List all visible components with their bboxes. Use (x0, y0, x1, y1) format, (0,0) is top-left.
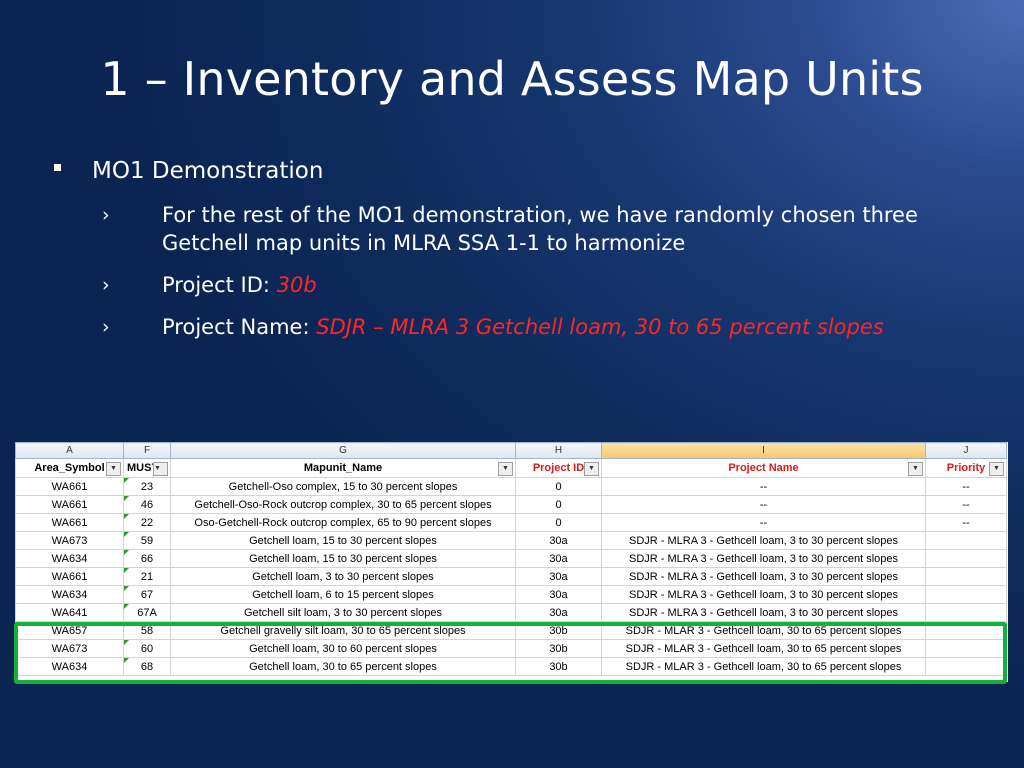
area-symbol-cell[interactable]: WA673 (15, 531, 124, 550)
musym-cell[interactable]: 23 (123, 477, 171, 496)
header-project-name: Project Name ▼ (601, 458, 926, 478)
table-row: WA641 67A Getchell silt loam, 3 to 30 perc… (15, 603, 1007, 622)
project-name-cell[interactable]: SDJR - MLRA 3 - Gethcell loam, 3 to 30 p… (601, 567, 926, 586)
project-name-cell[interactable]: SDJR - MLRA 3 - Gethcell loam, 3 to 30 p… (601, 531, 926, 550)
header-mapunit-name: Mapunit_Name ▼ (170, 458, 516, 478)
project-name-cell[interactable]: SDJR - MLRA 3 - Gethcell loam, 3 to 30 p… (601, 585, 926, 604)
mapunit-name-cell[interactable]: Getchell silt loam, 3 to 30 percent slop… (170, 603, 516, 622)
priority-cell[interactable]: -- (925, 513, 1007, 532)
column-letter-a[interactable]: A (15, 442, 124, 459)
slide-body: MO1 Demonstration › For the rest of the … (54, 155, 994, 341)
area-symbol-cell[interactable]: WA641 (15, 603, 124, 622)
header-area-symbol: Area_Symbol ▼ (15, 458, 124, 478)
sub-bullet-project-id: › Project ID: 30b (54, 271, 932, 299)
project-name-label: Project Name: (162, 315, 317, 339)
mapunit-name-cell[interactable]: Getchell loam, 15 to 30 percent slopes (170, 549, 516, 568)
column-letter-i[interactable]: I (601, 442, 926, 459)
musym-cell[interactable]: 59 (123, 531, 171, 550)
sub-bullet-description: › For the rest of the MO1 demonstration,… (54, 201, 932, 257)
musym-cell[interactable]: 21 (123, 567, 171, 586)
musym-cell[interactable]: 67 (123, 585, 171, 604)
project-name-cell[interactable]: SDJR - MLRA 3 - Gethcell loam, 3 to 30 p… (601, 549, 926, 568)
musym-cell[interactable]: 46 (123, 495, 171, 514)
bullet-text: MO1 Demonstration (92, 158, 324, 184)
table-row: WA661 21 Getchell loam, 3 to 30 percent sl… (15, 567, 1007, 586)
project-id-cell[interactable]: 30a (515, 603, 602, 622)
sort-ascending-icon[interactable]: ▼ (584, 462, 599, 476)
table-row: WA634 67 Getchell loam, 6 to 15 percent sl… (15, 585, 1007, 604)
mapunit-name-cell[interactable]: Getchell loam, 3 to 30 percent slopes (170, 567, 516, 586)
project-name-value: SDJR – MLRA 3 Getchell loam, 30 to 65 pe… (316, 315, 884, 339)
mapunit-name-cell[interactable]: Getchell-Oso-Rock outcrop complex, 30 to… (170, 495, 516, 514)
project-id-cell[interactable]: 30a (515, 567, 602, 586)
priority-cell[interactable]: -- (925, 477, 1007, 496)
header-label: Area_Symbol (34, 462, 105, 474)
project-id-value: 30b (276, 273, 317, 297)
project-id-label: Project ID: (162, 273, 277, 297)
header-musym: MUSY ▼ (123, 458, 171, 478)
table-row: WA661 46 Getchell-Oso-Rock outcrop complex… (15, 495, 1007, 514)
header-project-id: Project ID ▼ (515, 458, 602, 478)
arrow-bullet-icon: › (102, 204, 110, 226)
area-symbol-cell[interactable]: WA661 (15, 495, 124, 514)
project-id-cell[interactable]: 0 (515, 495, 602, 514)
bullet-mo1-demonstration: MO1 Demonstration (54, 155, 994, 187)
filter-dropdown-icon[interactable]: ▼ (908, 462, 923, 476)
header-label: Priority (946, 462, 986, 474)
musym-cell[interactable]: 67A (123, 603, 171, 622)
arrow-bullet-icon: › (102, 274, 110, 296)
filter-dropdown-icon[interactable]: ▼ (989, 462, 1004, 476)
area-symbol-cell[interactable]: WA634 (15, 585, 124, 604)
header-label: Project Name (728, 462, 799, 474)
project-name-cell[interactable]: -- (601, 477, 926, 496)
project-name-cell[interactable]: -- (601, 513, 926, 532)
column-letter-j[interactable]: J (925, 442, 1007, 459)
area-symbol-cell[interactable]: WA661 (15, 477, 124, 496)
column-letter-h[interactable]: H (515, 442, 602, 459)
priority-cell[interactable] (925, 531, 1007, 550)
project-id-cell[interactable]: 0 (515, 513, 602, 532)
header-priority: Priority ▼ (925, 458, 1007, 478)
priority-cell[interactable] (925, 603, 1007, 622)
area-symbol-cell[interactable]: WA661 (15, 567, 124, 586)
sub-bullet-text: For the rest of the MO1 demonstration, w… (162, 203, 918, 255)
table-row: WA634 66 Getchell loam, 15 to 30 percent s… (15, 549, 1007, 568)
musym-cell[interactable]: 66 (123, 549, 171, 568)
table-row: WA661 22 Oso-Getchell-Rock outcrop complex… (15, 513, 1007, 532)
musym-cell[interactable]: 22 (123, 513, 171, 532)
mapunit-name-cell[interactable]: Getchell loam, 6 to 15 percent slopes (170, 585, 516, 604)
mapunit-name-cell[interactable]: Getchell-Oso complex, 15 to 30 percent s… (170, 477, 516, 496)
priority-cell[interactable] (925, 567, 1007, 586)
filter-active-icon[interactable]: ▼ (498, 462, 513, 476)
column-letter-f[interactable]: F (123, 442, 171, 459)
mapunit-name-cell[interactable]: Getchell loam, 15 to 30 percent slopes (170, 531, 516, 550)
square-bullet-icon (54, 164, 61, 171)
header-label: Project ID (532, 462, 585, 474)
sub-bullet-project-name: › Project Name: SDJR – MLRA 3 Getchell l… (54, 313, 932, 341)
slide-title: 1 – Inventory and Assess Map Units (100, 52, 924, 106)
project-id-cell[interactable]: 30a (515, 585, 602, 604)
column-letter-row: A F G H I J (15, 442, 1007, 459)
column-letter-g[interactable]: G (170, 442, 516, 459)
filter-dropdown-icon[interactable]: ▼ (106, 462, 121, 476)
area-symbol-cell[interactable]: WA634 (15, 549, 124, 568)
project-id-cell[interactable]: 0 (515, 477, 602, 496)
table-row: WA673 59 Getchell loam, 15 to 30 percent s… (15, 531, 1007, 550)
filter-dropdown-icon[interactable]: ▼ (153, 462, 168, 476)
project-name-cell[interactable]: SDJR - MLRA 3 - Gethcell loam, 3 to 30 p… (601, 603, 926, 622)
table-row: WA661 23 Getchell-Oso complex, 15 to 30 pe… (15, 477, 1007, 496)
project-name-cell[interactable]: -- (601, 495, 926, 514)
mapunit-name-cell[interactable]: Oso-Getchell-Rock outcrop complex, 65 to… (170, 513, 516, 532)
priority-cell[interactable]: -- (925, 495, 1007, 514)
highlight-box-30b-rows (14, 622, 1007, 684)
project-id-cell[interactable]: 30a (515, 549, 602, 568)
priority-cell[interactable] (925, 585, 1007, 604)
header-label: Mapunit_Name (303, 462, 383, 474)
header-row: Area_Symbol ▼ MUSY ▼ Mapunit_Name ▼ Project… (15, 458, 1007, 478)
project-id-cell[interactable]: 30a (515, 531, 602, 550)
area-symbol-cell[interactable]: WA661 (15, 513, 124, 532)
priority-cell[interactable] (925, 549, 1007, 568)
arrow-bullet-icon: › (102, 316, 110, 338)
